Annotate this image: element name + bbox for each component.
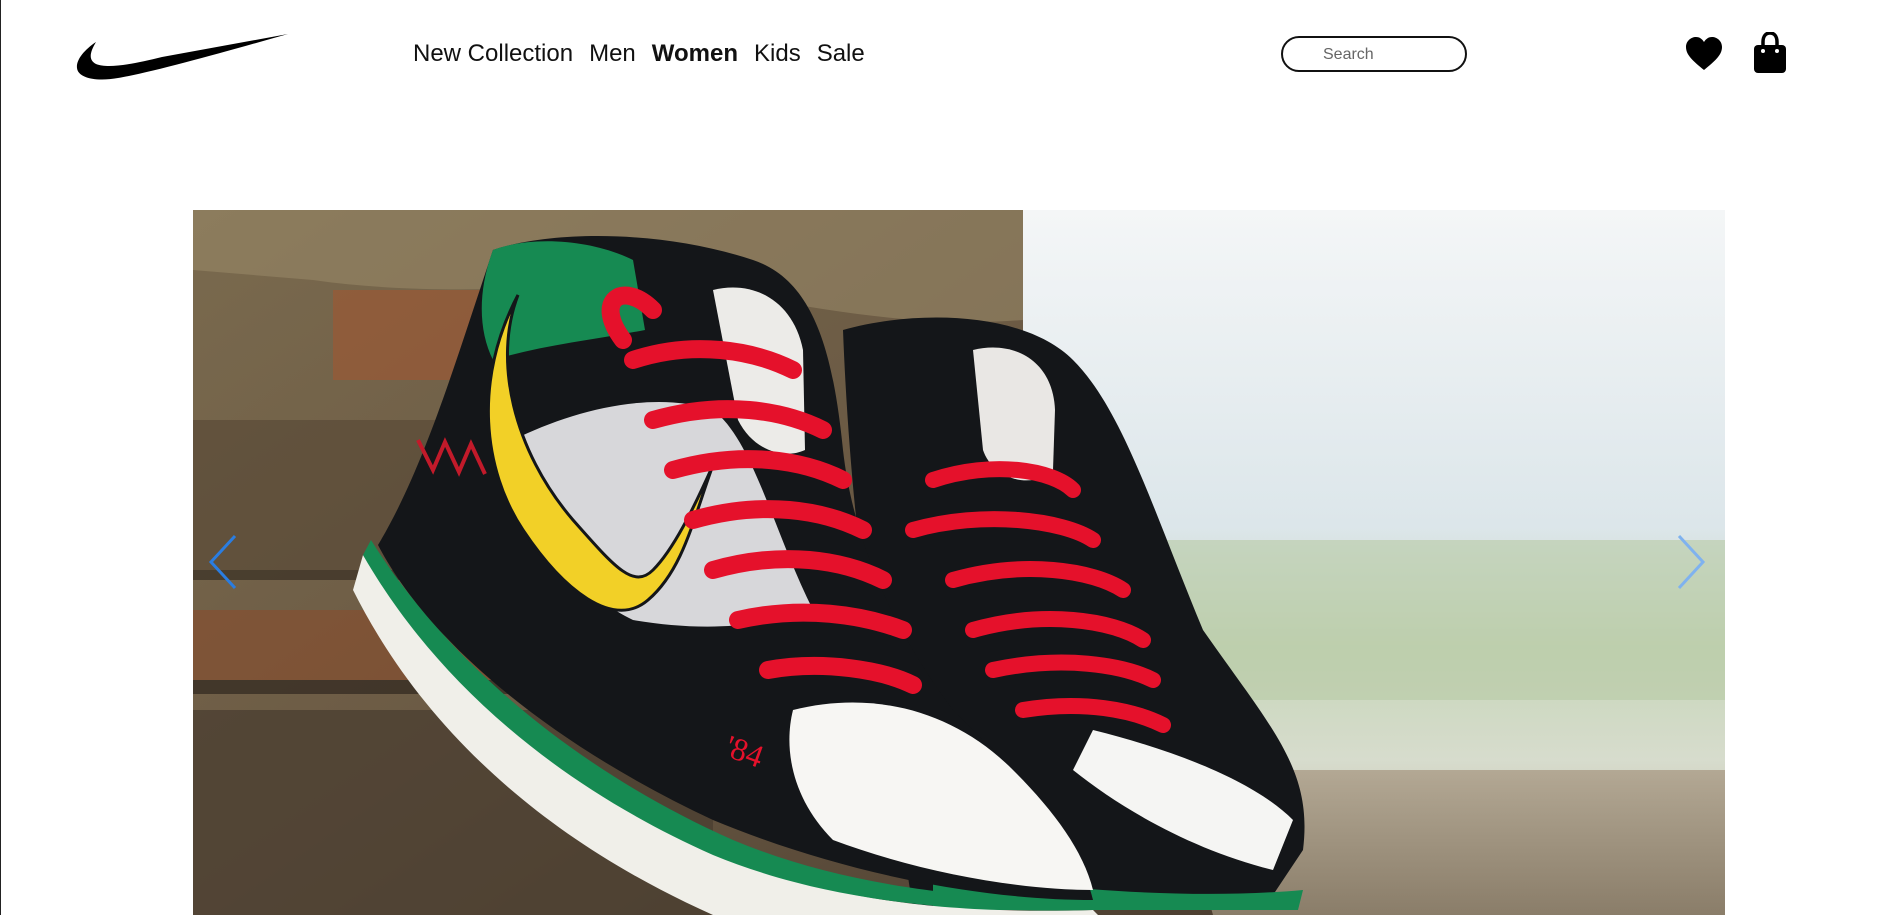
- nav-item-women[interactable]: Women: [652, 38, 738, 70]
- nav-item-new-collection[interactable]: New Collection: [413, 38, 573, 70]
- chevron-left-icon[interactable]: [205, 532, 239, 592]
- search-input[interactable]: [1321, 43, 1455, 67]
- heart-icon[interactable]: [1685, 36, 1723, 72]
- swoosh-logo-icon[interactable]: [74, 30, 290, 80]
- sneaker-photo: '84: [193, 210, 1725, 915]
- search-box[interactable]: [1281, 36, 1467, 72]
- page-edge-line: [0, 0, 1, 915]
- nav-item-men[interactable]: Men: [589, 38, 636, 70]
- nav-item-sale[interactable]: Sale: [817, 38, 865, 70]
- hero-carousel: '84: [193, 210, 1725, 915]
- site-header: New Collection Men Women Kids Sale: [0, 0, 1898, 110]
- nav-item-kids[interactable]: Kids: [754, 38, 801, 70]
- main-nav: New Collection Men Women Kids Sale: [413, 38, 881, 70]
- shopping-bag-icon[interactable]: [1752, 32, 1788, 74]
- chevron-right-icon[interactable]: [1675, 532, 1709, 592]
